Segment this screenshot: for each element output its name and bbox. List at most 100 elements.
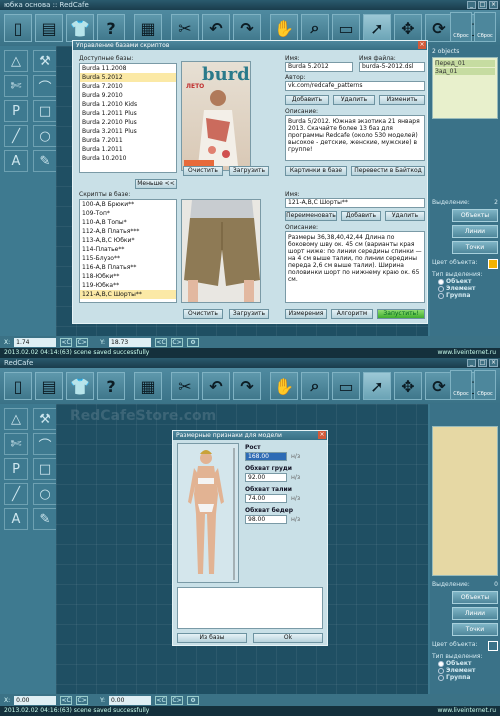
zoom-icon[interactable]: ⌕ [301,372,329,400]
list-item[interactable]: Burda 9.2010 [80,91,176,100]
list-item[interactable]: 110-А,В Топы* [80,218,176,227]
list-item[interactable]: Перед_01 [435,60,495,67]
ok-button[interactable]: Ok [253,633,323,643]
maximize-button[interactable]: □ [478,359,487,367]
new-file-icon[interactable]: ▯ [4,372,32,400]
bases-list[interactable]: Burda 11.2008 Burda 5.2012 Burda 7.2010 … [79,63,177,173]
list-item[interactable]: 116-А,В Платья** [80,263,176,272]
minimize-button[interactable]: _ [467,359,476,367]
calculator-icon[interactable]: ▦ [134,372,162,400]
list-item[interactable]: 109-Топ* [80,209,176,218]
script-name-field[interactable]: 121-А,В,С Шорты** [285,198,425,208]
pointer-icon[interactable]: ➚ [363,372,391,400]
close-button[interactable]: × [489,359,498,367]
fit-icon[interactable]: ▭ [332,14,360,42]
bust-field[interactable]: 92.00 [245,473,287,482]
prev-c-button-y[interactable]: <C [155,337,168,347]
convert-bytecode-button[interactable]: Перевести в Байткод [351,166,425,176]
move-icon[interactable]: ✥ [394,372,422,400]
calculator-icon[interactable]: ▦ [134,14,162,42]
list-item[interactable]: Burda 5.2012 [80,73,176,82]
rectangle-icon[interactable]: □ [33,100,57,122]
color-swatch[interactable] [488,641,498,651]
print-icon[interactable]: ▤ [35,14,63,42]
text-icon[interactable]: A [4,508,28,530]
points-button[interactable]: Точки [452,241,498,254]
p-letter-icon[interactable]: P [4,458,28,480]
dropper-icon[interactable]: ✎ [33,150,57,172]
description-text[interactable]: Burda 5/2012. Южная экзотика 21 января 2… [285,115,425,161]
rotate-icon[interactable]: ⟳ [425,372,453,400]
help-icon[interactable]: ? [97,372,125,400]
list-item[interactable]: Burda 10.2010 [80,154,176,163]
curve-icon[interactable]: ⌒ [33,433,57,455]
algorithm-button[interactable]: Алгоритм [331,309,373,319]
print-icon[interactable]: ▤ [35,372,63,400]
run-button[interactable]: Запустить! [377,309,425,319]
hand-icon[interactable]: ✋ [270,14,298,42]
list-item[interactable]: Burda 2.2010 Plus [80,118,176,127]
reset-button-1[interactable]: Сброс [450,12,472,42]
author-field[interactable]: vk.com/redcafe_patterns [285,81,425,91]
file-name-field[interactable]: burda-5-2012.dsl [359,62,425,72]
measurements-button[interactable]: Измерения [285,309,327,319]
waist-field[interactable]: 74.00 [245,494,287,503]
scissors-tool-icon[interactable]: ✂ [171,372,199,400]
list-item[interactable]: Burda 11.2008 [80,64,176,73]
list-item[interactable]: Burda 7.2011 [80,136,176,145]
next-c-button[interactable]: C> [76,695,89,705]
line-icon[interactable]: ╱ [4,125,28,147]
list-item[interactable]: Burda 1.2010 Kids [80,100,176,109]
list-item[interactable]: 100-А,В Брюки** [80,200,176,209]
close-button[interactable]: × [489,1,498,9]
dialog-close-icon[interactable]: × [418,41,426,49]
snap-icon[interactable]: ⚙ [187,337,200,347]
x-coordinate-field[interactable]: 1.74 [14,337,57,347]
script-description-text[interactable]: Размеры 36,38,40,42,44 Длина по боковому… [285,231,425,303]
move-icon[interactable]: ✥ [394,14,422,42]
name-field[interactable]: Burda 5.2012 [285,62,353,72]
list-item[interactable]: Burda 3.2011 Plus [80,127,176,136]
dropper-icon[interactable]: ✎ [33,508,57,530]
redo-icon[interactable]: ↷ [233,372,261,400]
object-list[interactable]: Перед_01 Зад_01 [432,57,498,119]
images-in-base-button[interactable]: Картинки в базе [285,166,347,176]
prev-c-button-y[interactable]: <C [155,695,168,705]
color-swatch[interactable] [488,259,498,269]
magic-wand-icon[interactable]: ⚒ [33,50,57,72]
list-item[interactable]: 121-А,В,С Шорты** [80,290,176,299]
pointer-icon[interactable]: ➚ [363,14,391,42]
p-letter-icon[interactable]: P [4,100,28,122]
points-button[interactable]: Точки [452,623,498,636]
rectangle-icon[interactable]: □ [33,458,57,480]
reset-button-2[interactable]: Сброс [474,370,496,400]
help-icon[interactable]: ? [97,14,125,42]
next-c-button-y[interactable]: C> [171,695,184,705]
list-item[interactable]: 114-Платье** [80,245,176,254]
clear-script-image-button[interactable]: Очистить [183,309,223,319]
next-c-button-y[interactable]: C> [171,337,184,347]
edit-base-button[interactable]: Изменить [379,95,425,105]
magic-wand-icon[interactable]: ⚒ [33,408,57,430]
cut-icon[interactable]: ✄ [4,433,28,455]
rename-script-button[interactable]: Переименовать [285,211,337,221]
hip-field[interactable]: 98.00 [245,515,287,524]
shirt-icon[interactable]: 👕 [66,14,94,42]
shirt-icon[interactable]: 👕 [66,372,94,400]
list-item[interactable]: Burda 7.2010 [80,82,176,91]
circle-icon[interactable]: ○ [33,483,57,505]
radio-object[interactable]: Объект [438,660,498,667]
add-base-button[interactable]: Добавить [285,95,329,105]
triangle-icon[interactable]: △ [4,408,28,430]
radio-group[interactable]: Группа [438,674,498,681]
reset-button-2[interactable]: Сброс [474,12,496,42]
add-script-button[interactable]: Добавить [341,211,381,221]
radio-group[interactable]: Группа [438,292,498,299]
y-coordinate-field[interactable]: 0.00 [109,695,152,705]
list-item[interactable]: Burda 1.2011 [80,145,176,154]
height-field[interactable]: 168.00 [245,452,287,461]
maximize-button[interactable]: □ [478,1,487,9]
undo-icon[interactable]: ↶ [202,14,230,42]
list-item[interactable]: Зад_01 [435,68,495,75]
snap-icon[interactable]: ⚙ [187,695,200,705]
